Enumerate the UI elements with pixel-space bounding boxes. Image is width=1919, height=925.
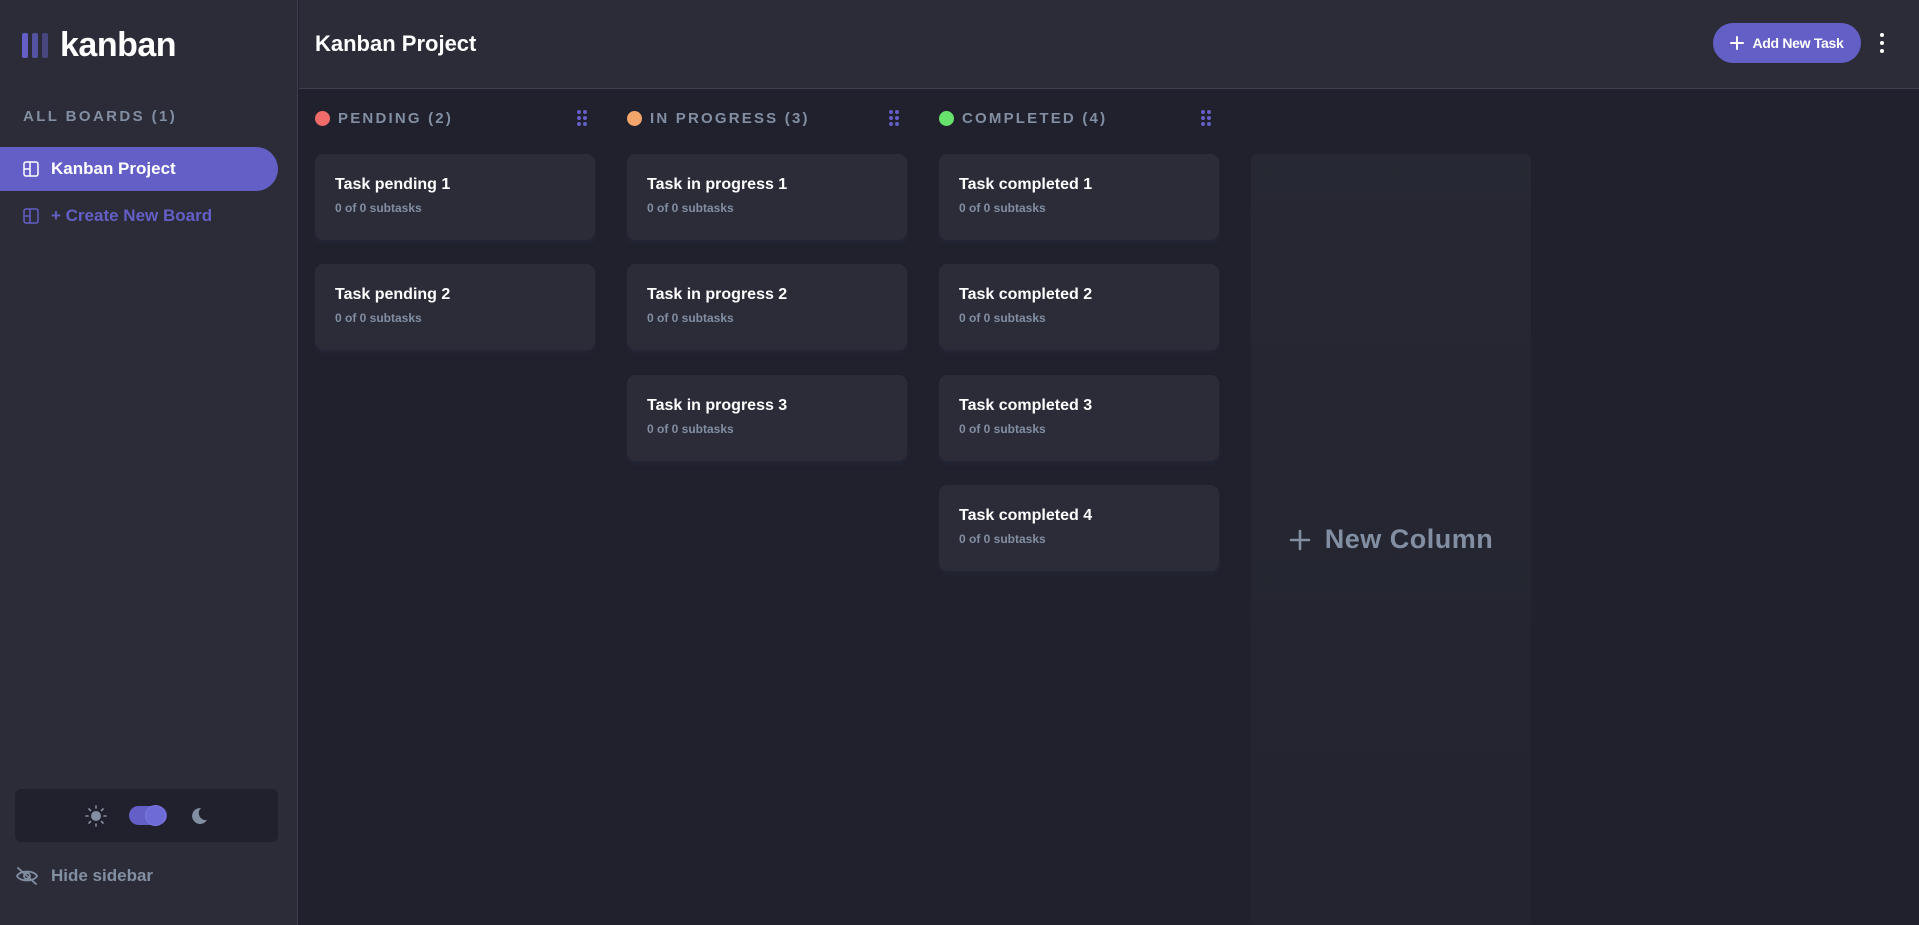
task-subtasks: 0 of 0 subtasks	[959, 311, 1046, 325]
all-boards-heading: ALL BOARDS (1)	[23, 108, 178, 125]
task-title: Task in progress 3	[647, 397, 788, 414]
drag-handle-icon[interactable]	[577, 110, 587, 126]
task-card[interactable]: Task completed 3 0 of 0 subtasks	[939, 375, 1219, 461]
sidebar: kanban ALL BOARDS (1) Kanban Project + C…	[0, 0, 298, 925]
theme-switch[interactable]	[128, 806, 167, 825]
task-subtasks: 0 of 0 subtasks	[959, 422, 1046, 436]
column-header: PENDING (2)	[315, 106, 595, 130]
column-in-progress: IN PROGRESS (3) Task in progress 1 0 of …	[627, 106, 907, 461]
task-card[interactable]: Task completed 4 0 of 0 subtasks	[939, 485, 1219, 571]
task-card[interactable]: Task pending 1 0 of 0 subtasks	[315, 154, 595, 240]
board-icon	[23, 208, 39, 224]
board-icon	[23, 161, 39, 177]
column-title: PENDING (2)	[338, 109, 454, 127]
plus-icon	[1289, 529, 1311, 550]
task-title: Task pending 1	[335, 176, 451, 193]
task-title: Task completed 1	[959, 176, 1093, 193]
task-card[interactable]: Task in progress 1 0 of 0 subtasks	[627, 154, 907, 240]
add-task-label: Add New Task	[1752, 35, 1844, 51]
hide-sidebar-button[interactable]: Hide sidebar	[15, 866, 153, 886]
logo-text: kanban	[60, 26, 177, 64]
status-dot	[315, 110, 330, 126]
theme-toggle	[15, 789, 278, 842]
task-title: Task in progress 1	[647, 176, 788, 193]
task-title: Task pending 2	[335, 286, 451, 303]
sun-icon	[84, 804, 107, 827]
column-title: IN PROGRESS (3)	[650, 109, 810, 127]
task-card[interactable]: Task pending 2 0 of 0 subtasks	[315, 264, 595, 350]
page-title: Kanban Project	[315, 31, 477, 56]
task-subtasks: 0 of 0 subtasks	[959, 532, 1046, 546]
column-title: COMPLETED (4)	[962, 109, 1108, 127]
sidebar-item-label: Kanban Project	[51, 159, 176, 178]
theme-switch-knob	[145, 806, 165, 825]
task-subtasks: 0 of 0 subtasks	[647, 311, 734, 325]
sidebar-item-kanban-project[interactable]: Kanban Project	[0, 147, 278, 191]
header: Kanban Project Add New Task	[299, 0, 1919, 89]
create-board-label: + Create New Board	[51, 206, 213, 225]
status-dot	[939, 110, 954, 126]
new-column-button[interactable]: New Column	[1251, 154, 1531, 925]
eye-slash-icon	[15, 867, 39, 885]
create-new-board-button[interactable]: + Create New Board	[0, 194, 278, 238]
task-subtasks: 0 of 0 subtasks	[647, 201, 734, 215]
task-subtasks: 0 of 0 subtasks	[335, 311, 422, 325]
task-subtasks: 0 of 0 subtasks	[647, 422, 734, 436]
task-subtasks: 0 of 0 subtasks	[959, 201, 1046, 215]
logo-icon	[22, 33, 48, 58]
task-subtasks: 0 of 0 subtasks	[335, 201, 422, 215]
drag-handle-icon[interactable]	[1201, 110, 1211, 126]
task-card[interactable]: Task in progress 3 0 of 0 subtasks	[627, 375, 907, 461]
column-header: COMPLETED (4)	[939, 106, 1219, 130]
task-title: Task completed 2	[959, 286, 1093, 303]
hide-sidebar-label: Hide sidebar	[51, 866, 154, 885]
task-title: Task completed 4	[959, 507, 1093, 524]
logo: kanban	[22, 26, 177, 65]
status-dot	[627, 110, 642, 126]
task-card[interactable]: Task completed 1 0 of 0 subtasks	[939, 154, 1219, 240]
column-completed: COMPLETED (4) Task completed 1 0 of 0 su…	[939, 106, 1219, 571]
task-card[interactable]: Task completed 2 0 of 0 subtasks	[939, 264, 1219, 350]
new-column-label: New Column	[1324, 524, 1494, 554]
moon-icon	[191, 807, 207, 824]
column-header: IN PROGRESS (3)	[627, 106, 907, 130]
column-pending: PENDING (2) Task pending 1 0 of 0 subtas…	[315, 106, 595, 350]
add-new-task-button[interactable]: Add New Task	[1713, 23, 1861, 63]
kebab-menu-icon[interactable]	[1877, 33, 1887, 53]
plus-icon	[1730, 36, 1745, 50]
drag-handle-icon[interactable]	[889, 110, 899, 126]
task-title: Task in progress 2	[647, 286, 788, 303]
task-card[interactable]: Task in progress 2 0 of 0 subtasks	[627, 264, 907, 350]
task-title: Task completed 3	[959, 397, 1093, 414]
